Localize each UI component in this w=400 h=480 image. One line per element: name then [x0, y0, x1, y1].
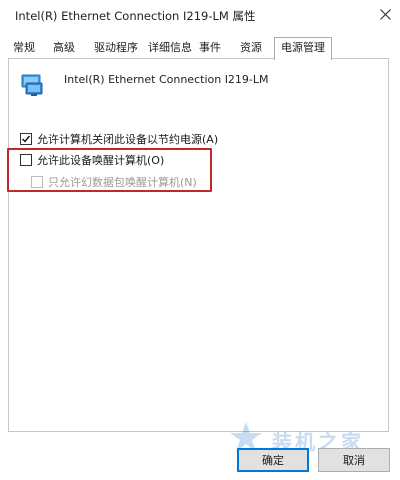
tab-advanced[interactable]: 高级 [53, 39, 75, 59]
tab-panel [8, 58, 389, 432]
option-allow-wake[interactable]: 允许此设备唤醒计算机(O) [20, 152, 164, 168]
magic-packet-checkbox [31, 176, 43, 188]
close-button[interactable] [372, 3, 398, 25]
tab-general[interactable]: 常规 [13, 39, 35, 59]
checkmark-icon [22, 135, 31, 143]
allow-wake-label: 允许此设备唤醒计算机(O) [37, 154, 165, 167]
tab-details[interactable]: 详细信息 [148, 39, 192, 59]
option-magic-packet-only: 只允许幻数据包唤醒计算机(N) [31, 174, 197, 190]
option-allow-power-off[interactable]: 允许计算机关闭此设备以节约电源(A) [20, 131, 218, 147]
window-title: Intel(R) Ethernet Connection I219-LM 属性 [15, 9, 256, 23]
close-icon [379, 8, 391, 20]
allow-power-off-checkbox[interactable] [20, 133, 32, 145]
allow-wake-checkbox[interactable] [20, 154, 32, 166]
allow-power-off-label: 允许计算机关闭此设备以节约电源(A) [37, 133, 219, 146]
device-name: Intel(R) Ethernet Connection I219-LM [64, 73, 269, 86]
tab-events[interactable]: 事件 [199, 39, 221, 59]
tab-resources[interactable]: 资源 [240, 39, 262, 59]
ok-button[interactable]: 确定 [237, 448, 309, 472]
cancel-button[interactable]: 取消 [318, 448, 390, 472]
network-adapter-icon [21, 74, 43, 96]
tab-driver[interactable]: 驱动程序 [94, 39, 138, 59]
title-bar: Intel(R) Ethernet Connection I219-LM 属性 [0, 0, 400, 30]
tab-strip: 常规 高级 驱动程序 详细信息 事件 资源 电源管理 [0, 37, 400, 60]
magic-packet-label: 只允许幻数据包唤醒计算机(N) [48, 176, 197, 189]
tab-power-management[interactable]: 电源管理 [274, 37, 332, 60]
